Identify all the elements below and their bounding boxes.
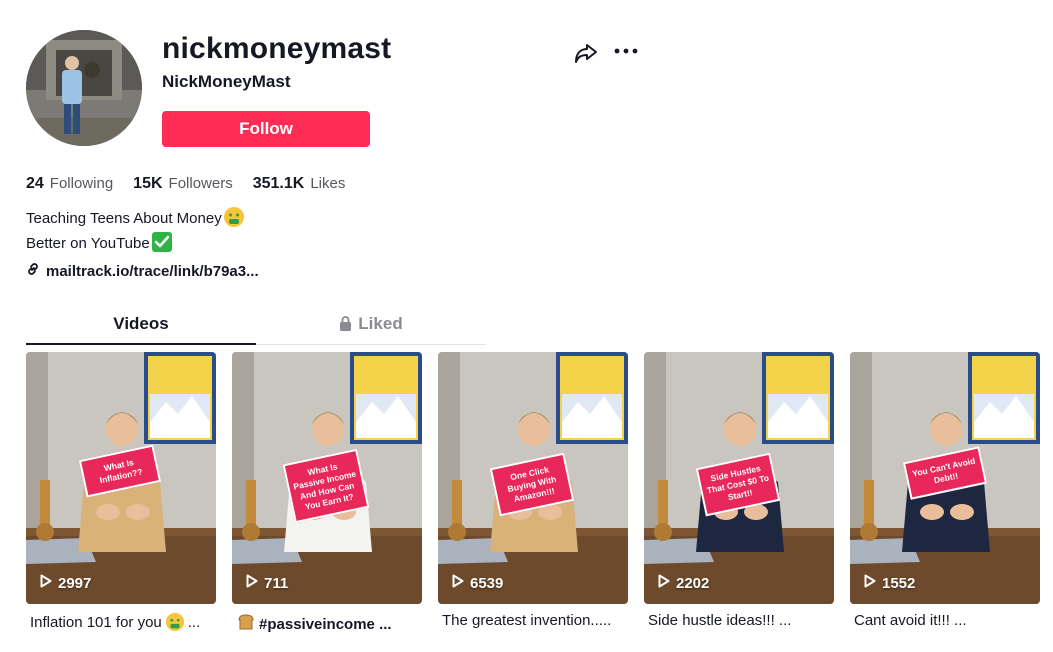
- stat-likes: 351.1K Likes: [252, 175, 346, 192]
- avatar[interactable]: [26, 30, 142, 146]
- video-caption[interactable]: #passiveincome ...: [236, 612, 426, 636]
- video-caption[interactable]: Side hustle ideas!!! ...: [648, 612, 838, 629]
- video-caption[interactable]: Inflation 101 for you ...: [30, 612, 220, 632]
- nickname: NickMoneyMast: [162, 72, 291, 91]
- video-card[interactable]: Side Hustles That Cost $0 To Start!! 220…: [644, 352, 834, 604]
- bio-line-1: Teaching Teens About Money: [26, 210, 222, 227]
- video-caption[interactable]: The greatest invention.....: [442, 612, 632, 629]
- play-icon: [864, 574, 876, 592]
- bio-line-2: Better on YouTube: [26, 235, 150, 252]
- view-count: 2997: [40, 574, 91, 592]
- check-mark-button-icon: [151, 231, 173, 253]
- bio: Teaching Teens About Money Better on You…: [26, 206, 245, 256]
- profile-tabs: Videos Liked: [26, 310, 486, 345]
- tab-liked[interactable]: Liked: [256, 314, 486, 336]
- money-mouth-face-icon: [165, 612, 185, 632]
- video-card[interactable]: You Can't Avoid Debt!! 1552: [850, 352, 1040, 604]
- view-count: 711: [246, 574, 288, 592]
- bread-icon: [236, 612, 256, 636]
- view-count: 1552: [864, 574, 915, 592]
- play-icon: [658, 574, 670, 592]
- tab-underline: [26, 343, 256, 345]
- username: nickmoneymast: [162, 32, 392, 65]
- video-card[interactable]: What Is Passive Income And How Can You E…: [232, 352, 422, 604]
- bio-link[interactable]: mailtrack.io/trace/link/b79a3...: [26, 262, 259, 280]
- profile-stats: 24 Following 15K Followers 351.1K Likes: [26, 175, 365, 193]
- follow-button[interactable]: Follow: [162, 111, 370, 147]
- play-icon: [452, 574, 464, 592]
- share-icon[interactable]: [573, 40, 599, 66]
- video-card[interactable]: What Is Inflation?? 2997: [26, 352, 216, 604]
- view-count: 6539: [452, 574, 503, 592]
- stat-following[interactable]: 24 Following: [26, 175, 113, 193]
- link-icon: [26, 262, 40, 280]
- play-icon: [40, 574, 52, 592]
- tab-videos[interactable]: Videos: [26, 314, 256, 334]
- lock-icon: [339, 316, 352, 336]
- video-caption[interactable]: Cant avoid it!!! ...: [854, 612, 1044, 629]
- video-card[interactable]: One Click Buying With Amazon!!! 6539: [438, 352, 628, 604]
- money-mouth-face-icon: [223, 206, 245, 228]
- stat-followers[interactable]: 15K Followers: [133, 175, 233, 193]
- play-icon: [246, 574, 258, 592]
- link-text: mailtrack.io/trace/link/b79a3...: [46, 262, 259, 280]
- view-count: 2202: [658, 574, 709, 592]
- more-options-icon[interactable]: [612, 40, 640, 64]
